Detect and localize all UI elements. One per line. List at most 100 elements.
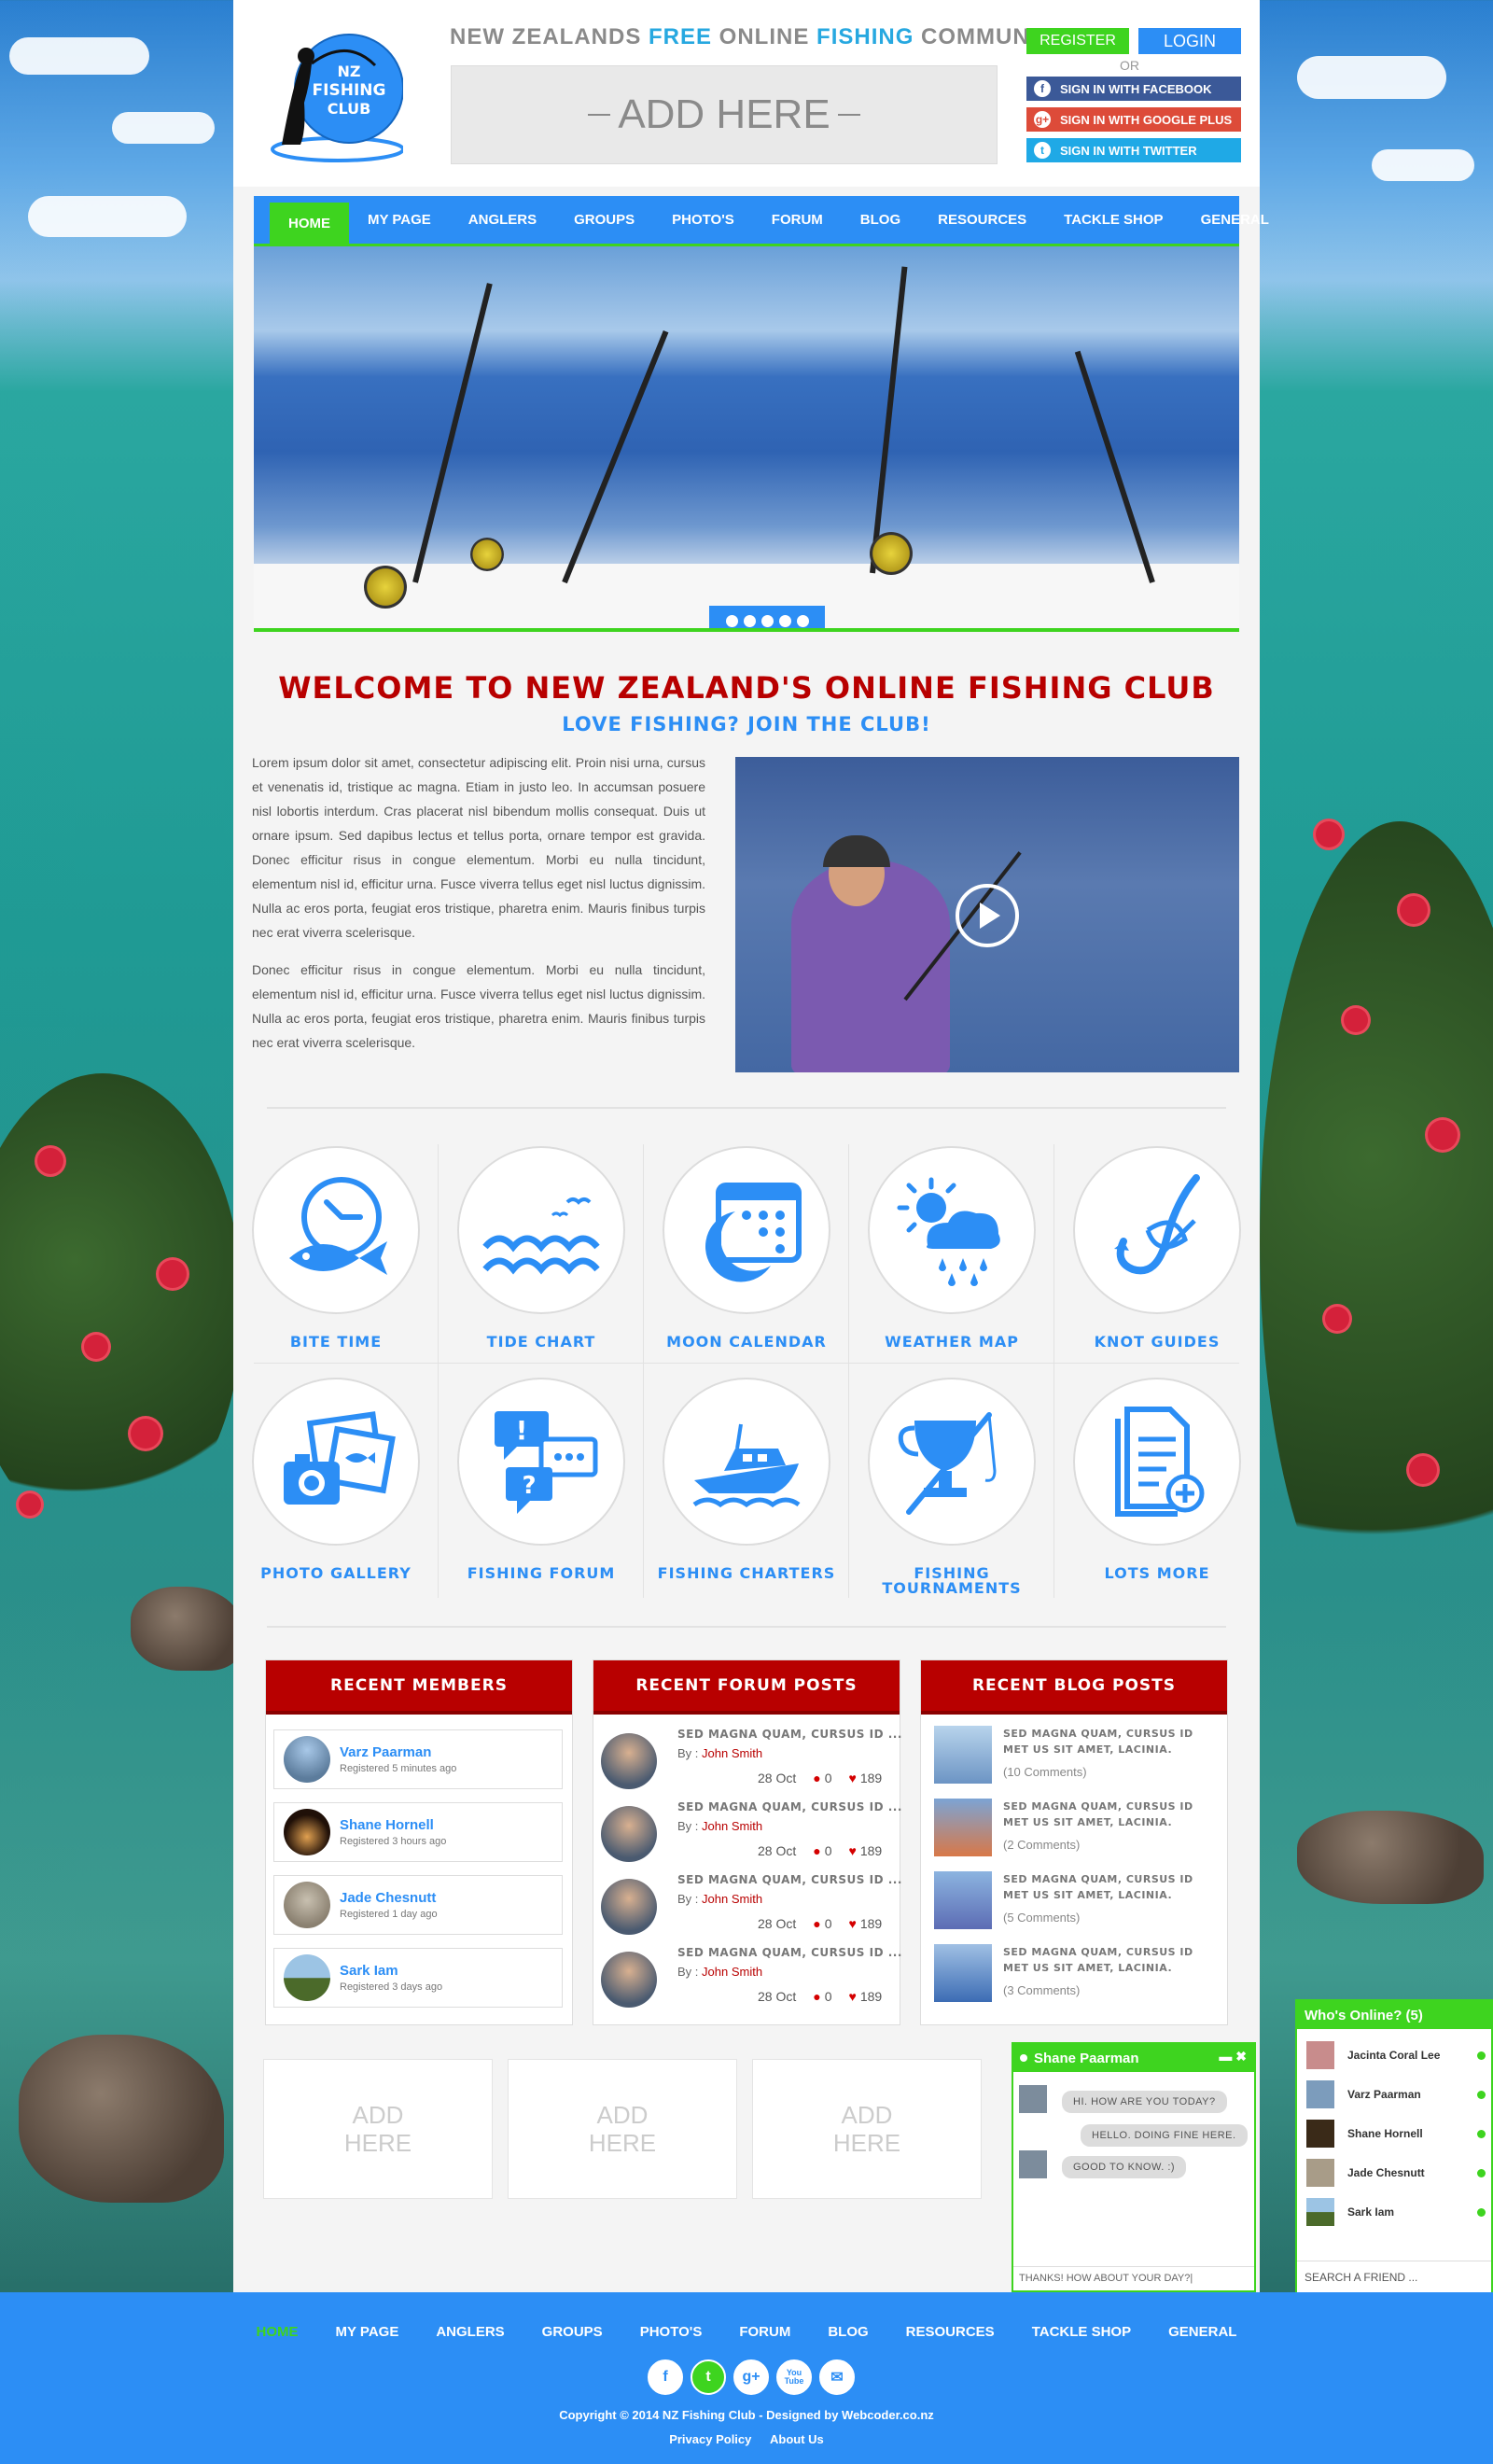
slider-dot[interactable] [743,614,756,627]
nav-tackle-shop[interactable]: TACKLE SHOP [1045,196,1181,244]
blog-post[interactable]: SED MAGNA QUAM, CURSUS ID MET US SIT AME… [934,1871,1223,1944]
online-user[interactable]: Sark Iam [1306,2195,1489,2229]
blog-comments[interactable]: (2 Comments) [1003,1838,1080,1852]
blog-post[interactable]: SED MAGNA QUAM, CURSUS ID MET US SIT AME… [934,1944,1223,2017]
chat-window-controls[interactable]: ▬ ✖ [1219,2049,1247,2065]
member-item[interactable]: Sark Iam Registered 3 days ago [273,1948,563,2008]
play-icon[interactable] [956,884,1019,947]
forum-post[interactable]: SED MAGNA QUAM, CURSUS ID ... By : John … [601,1800,901,1873]
slider-dot[interactable] [725,614,738,627]
blog-thumbnail[interactable] [934,1871,992,1929]
nav-blog[interactable]: BLOG [842,196,919,244]
youtube-icon[interactable]: You Tube [776,2359,812,2395]
email-icon[interactable]: ✉ [819,2359,855,2395]
ad-slot[interactable]: ADD HERE [508,2059,737,2199]
footer-nav-photos[interactable]: PHOTO'S [621,2324,721,2340]
member-name[interactable]: Shane Hornell [340,1817,446,1833]
footer-nav-groups[interactable]: GROUPS [523,2324,621,2340]
feature-weather-map[interactable]: WEATHER MAP [849,1146,1054,1378]
nav-groups[interactable]: GROUPS [555,196,653,244]
feature-fishing-tournaments[interactable]: FISHING TOURNAMENTS [849,1378,1054,1609]
privacy-policy-link[interactable]: Privacy Policy [669,2432,751,2446]
online-user[interactable]: Jade Chesnutt [1306,2156,1489,2190]
chat-input[interactable]: THANKS! HOW ABOUT YOUR DAY?| [1013,2266,1254,2290]
post-title[interactable]: SED MAGNA QUAM, CURSUS ID ... [677,1728,902,1741]
feature-lots-more[interactable]: LOTS MORE [1054,1378,1260,1609]
online-user[interactable]: Jacinta Coral Lee [1306,2038,1489,2072]
about-us-link[interactable]: About Us [770,2432,824,2446]
feature-moon-calendar[interactable]: MOON CALENDAR [644,1146,849,1378]
google-plus-icon[interactable]: g+ [733,2359,769,2395]
footer-nav-blog[interactable]: BLOG [809,2324,886,2340]
twitter-signin-button[interactable]: t SIGN IN WITH TWITTER [1026,138,1241,162]
nav-home[interactable]: HOME [270,203,349,244]
post-title[interactable]: SED MAGNA QUAM, CURSUS ID ... [677,1946,902,1959]
post-author[interactable]: John Smith [702,1965,762,1979]
nav-photos[interactable]: PHOTO'S [653,196,753,244]
hero-slider[interactable] [254,246,1239,632]
blog-comments[interactable]: (10 Comments) [1003,1765,1087,1779]
forum-post[interactable]: SED MAGNA QUAM, CURSUS ID ... By : John … [601,1873,901,1946]
google-signin-button[interactable]: g+ SIGN IN WITH GOOGLE PLUS [1026,107,1241,132]
slider-dot[interactable] [796,614,809,627]
footer-nav-resources[interactable]: RESOURCES [887,2324,1013,2340]
login-button[interactable]: LOGIN [1138,28,1241,54]
online-user[interactable]: Shane Hornell [1306,2117,1489,2150]
member-item[interactable]: Varz Paarman Registered 5 minutes ago [273,1729,563,1789]
facebook-icon[interactable]: f [648,2359,683,2395]
ad-slot[interactable]: ADD HERE [263,2059,493,2199]
feature-fishing-charters[interactable]: FISHING CHARTERS [644,1378,849,1609]
feature-knot-guides[interactable]: KNOT GUIDES [1054,1146,1260,1378]
blog-comments[interactable]: (5 Comments) [1003,1911,1080,1925]
feature-bite-time[interactable]: BITE TIME [233,1146,439,1378]
nav-resources[interactable]: RESOURCES [919,196,1045,244]
friend-search-input[interactable]: SEARCH A FRIEND ... [1297,2261,1491,2292]
blog-thumbnail[interactable] [934,1944,992,2002]
post-author[interactable]: John Smith [702,1746,762,1760]
nav-anglers[interactable]: ANGLERS [450,196,555,244]
footer-nav-general[interactable]: GENERAL [1150,2324,1255,2340]
slider-dot[interactable] [778,614,791,627]
footer-nav-anglers[interactable]: ANGLERS [417,2324,523,2340]
nav-forum[interactable]: FORUM [753,196,842,244]
footer-nav-home[interactable]: HOME [238,2324,317,2340]
intro-video[interactable] [735,757,1239,1072]
facebook-signin-button[interactable]: f SIGN IN WITH FACEBOOK [1026,77,1241,101]
feature-fishing-forum[interactable]: !? FISHING FORUM [439,1378,644,1609]
post-author[interactable]: John Smith [702,1892,762,1906]
register-button[interactable]: REGISTER [1026,28,1129,54]
member-item[interactable]: Shane Hornell Registered 3 hours ago [273,1802,563,1862]
header-ad-banner[interactable]: ADD HERE [451,65,998,164]
twitter-icon[interactable]: t [691,2359,726,2395]
member-name[interactable]: Sark Iam [340,1963,442,1979]
member-item[interactable]: Jade Chesnutt Registered 1 day ago [273,1875,563,1935]
blog-title[interactable]: SED MAGNA QUAM, CURSUS ID MET US SIT AME… [1003,1726,1218,1757]
footer-nav-my-page[interactable]: MY PAGE [317,2324,418,2340]
post-title[interactable]: SED MAGNA QUAM, CURSUS ID ... [677,1873,902,1886]
member-name[interactable]: Varz Paarman [340,1744,456,1760]
nav-general[interactable]: GENERAL [1182,196,1288,244]
nav-my-page[interactable]: MY PAGE [349,196,450,244]
slider-dot[interactable] [760,614,774,627]
blog-title[interactable]: SED MAGNA QUAM, CURSUS ID MET US SIT AME… [1003,1944,1218,1976]
whos-online-title[interactable]: Who's Online? (5) [1297,2001,1491,2029]
ad-slot[interactable]: ADD HERE [752,2059,982,2199]
footer-nav-tackle-shop[interactable]: TACKLE SHOP [1013,2324,1150,2340]
forum-post[interactable]: SED MAGNA QUAM, CURSUS ID ... By : John … [601,1946,901,2019]
post-author[interactable]: John Smith [702,1819,762,1833]
blog-title[interactable]: SED MAGNA QUAM, CURSUS ID MET US SIT AME… [1003,1799,1218,1830]
blog-post[interactable]: SED MAGNA QUAM, CURSUS ID MET US SIT AME… [934,1726,1223,1799]
blog-post[interactable]: SED MAGNA QUAM, CURSUS ID MET US SIT AME… [934,1799,1223,1871]
member-name[interactable]: Jade Chesnutt [340,1890,438,1906]
chat-header[interactable]: Shane Paarman ▬ ✖ [1013,2044,1254,2072]
blog-comments[interactable]: (3 Comments) [1003,1983,1080,1997]
forum-post[interactable]: SED MAGNA QUAM, CURSUS ID ... By : John … [601,1728,901,1800]
blog-title[interactable]: SED MAGNA QUAM, CURSUS ID MET US SIT AME… [1003,1871,1218,1903]
logo[interactable]: NZ FISHING CLUB [263,28,403,168]
blog-thumbnail[interactable] [934,1799,992,1856]
blog-thumbnail[interactable] [934,1726,992,1784]
feature-photo-gallery[interactable]: PHOTO GALLERY [233,1378,439,1609]
online-user[interactable]: Varz Paarman [1306,2078,1489,2111]
post-title[interactable]: SED MAGNA QUAM, CURSUS ID ... [677,1800,902,1813]
footer-nav-forum[interactable]: FORUM [720,2324,809,2340]
